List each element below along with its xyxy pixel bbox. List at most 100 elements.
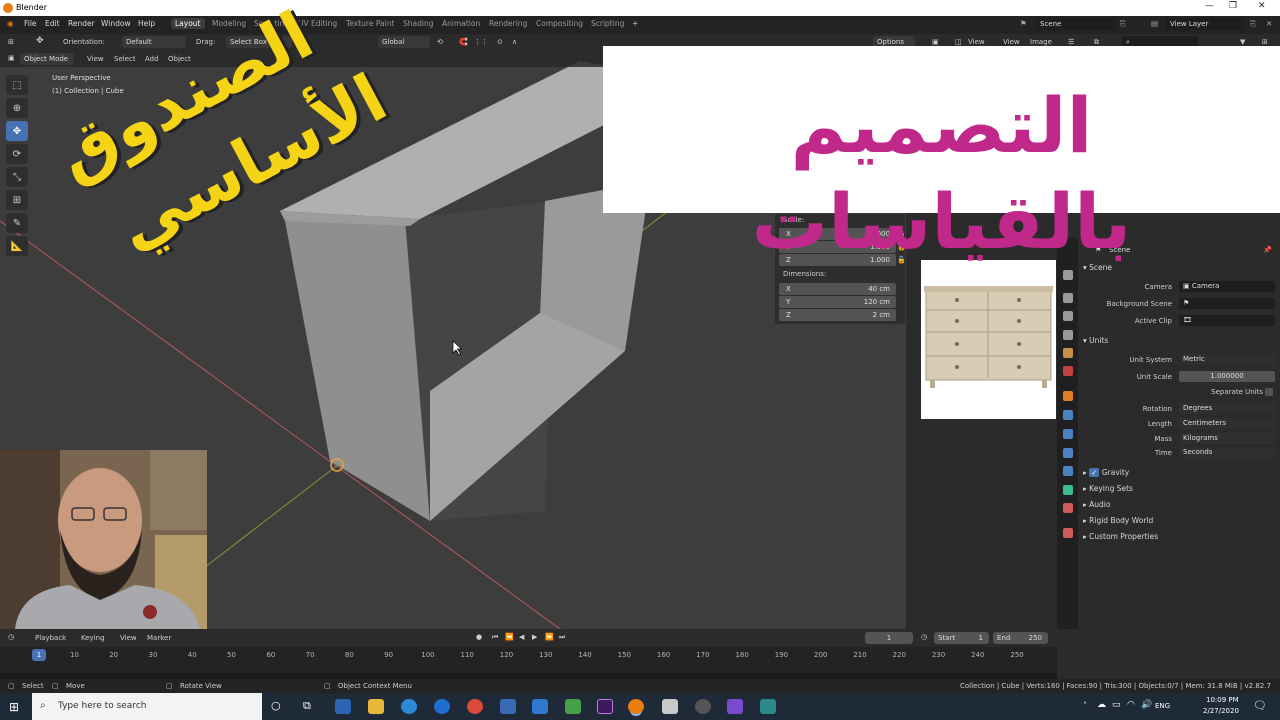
volume-icon[interactable]: 🔊: [1141, 700, 1152, 710]
menu-edit[interactable]: Edit: [45, 19, 60, 28]
taskbar-search-input[interactable]: ⌕ Type here to search: [32, 693, 262, 720]
unit-system-dropdown[interactable]: Metric: [1179, 354, 1275, 365]
tab-scripting[interactable]: Scripting: [591, 19, 624, 28]
scene-tab-icon[interactable]: [1063, 348, 1073, 358]
visual-studio-icon[interactable]: [727, 699, 743, 714]
tab-animation[interactable]: Animation: [442, 19, 480, 28]
powershell-icon[interactable]: [335, 699, 351, 714]
background-scene-field[interactable]: ⚑: [1179, 298, 1275, 309]
menu-render[interactable]: Render: [68, 19, 95, 28]
windows-start-icon[interactable]: ⊞: [9, 700, 19, 714]
dimension-y-field[interactable]: Y 120 cm: [779, 296, 896, 308]
constraints-tab-icon[interactable]: [1063, 466, 1073, 476]
gravity-panel-header[interactable]: ▸ ✓ Gravity: [1083, 468, 1129, 477]
material-tab-icon[interactable]: [1063, 503, 1073, 513]
audio-panel-header[interactable]: ▸ Audio: [1083, 500, 1110, 509]
separate-units-checkbox[interactable]: [1265, 388, 1273, 396]
camera-field[interactable]: ▣ Camera: [1179, 281, 1275, 292]
scene-selector[interactable]: Scene: [1036, 18, 1116, 30]
app2-icon[interactable]: [760, 699, 776, 714]
minimize-icon[interactable]: —: [1205, 1, 1214, 11]
dimension-x-field[interactable]: X 40 cm: [779, 283, 896, 295]
app-icon[interactable]: [662, 699, 678, 714]
jump-end-icon[interactable]: ⏭: [559, 633, 565, 642]
blender-menu-icon[interactable]: ◉: [7, 19, 14, 28]
new-scene-icon[interactable]: ⎘: [1120, 19, 1126, 29]
tab-compositing[interactable]: Compositing: [536, 19, 583, 28]
physics-tab-icon[interactable]: [1063, 448, 1073, 458]
active-clip-field[interactable]: 🎞: [1179, 315, 1275, 326]
tool-tab-icon[interactable]: [1063, 270, 1073, 280]
falloff-icon[interactable]: ∧: [512, 38, 517, 46]
premiere-icon[interactable]: [597, 699, 613, 714]
language-indicator[interactable]: ENG: [1155, 702, 1170, 710]
add-workspace-icon[interactable]: +: [632, 19, 638, 28]
texture-tab-icon[interactable]: [1063, 528, 1073, 538]
image-view-menu[interactable]: View: [968, 38, 985, 46]
filter-icon[interactable]: ▼: [1240, 38, 1245, 46]
cortana-icon[interactable]: ○: [271, 699, 281, 712]
data-tab-icon[interactable]: [1063, 485, 1073, 495]
ie-icon[interactable]: [434, 699, 450, 714]
network-icon[interactable]: ▭: [1112, 700, 1121, 710]
length-dropdown[interactable]: Centimeters: [1179, 418, 1275, 429]
task-view-icon[interactable]: ⧉: [303, 699, 311, 713]
obs-icon[interactable]: [695, 699, 711, 714]
output-tab-icon[interactable]: [1063, 311, 1073, 321]
image-menu[interactable]: Image: [1030, 38, 1052, 46]
units-panel-header[interactable]: ▾ Units: [1083, 336, 1108, 345]
current-frame-field[interactable]: 1: [865, 632, 913, 644]
chrome-icon[interactable]: [467, 699, 483, 714]
snap-target-icon[interactable]: ⋮⋮: [474, 38, 488, 46]
remove-view-layer-icon[interactable]: ✕: [1266, 19, 1272, 28]
unit-scale-field[interactable]: 1.000000: [1179, 371, 1275, 382]
new-view-layer-icon[interactable]: ⎘: [1250, 19, 1256, 29]
notifications-icon[interactable]: 🗨: [1253, 699, 1267, 712]
store-icon[interactable]: [500, 699, 516, 714]
record-icon[interactable]: ●: [476, 633, 482, 641]
close-icon[interactable]: ✕: [1258, 1, 1266, 11]
image-editor-icon[interactable]: ▣: [932, 38, 939, 46]
next-keyframe-icon[interactable]: ⏩: [545, 633, 554, 641]
maximize-icon[interactable]: ❐: [1229, 1, 1237, 11]
object-tab-icon[interactable]: [1063, 391, 1073, 401]
clock-time[interactable]: 10:09 PM: [1206, 696, 1239, 704]
time-dropdown[interactable]: Seconds: [1179, 447, 1275, 458]
timeline-editor[interactable]: ◷ Playback Keying View Marker ● ⏮ ⏪ ◀ ▶ …: [0, 629, 1057, 679]
particles-tab-icon[interactable]: [1063, 429, 1073, 439]
playback-menu[interactable]: Playback: [35, 634, 66, 642]
tab-shading[interactable]: Shading: [403, 19, 433, 28]
mass-dropdown[interactable]: Kilograms: [1179, 433, 1275, 444]
mail-icon[interactable]: [532, 699, 548, 714]
clock-date[interactable]: 2/27/2020: [1203, 707, 1239, 715]
blender-taskbar-icon[interactable]: [628, 699, 644, 714]
play-icon[interactable]: ▶: [532, 633, 537, 641]
custom-properties-panel-header[interactable]: ▸ Custom Properties: [1083, 532, 1158, 541]
end-frame-field[interactable]: End 250: [993, 632, 1048, 644]
prev-keyframe-icon[interactable]: ⏪: [505, 633, 514, 641]
preview-range-icon[interactable]: ◷: [921, 633, 927, 641]
wifi-icon[interactable]: ◠: [1127, 700, 1135, 710]
render-tab-icon[interactable]: [1063, 293, 1073, 303]
onedrive-icon[interactable]: ☁: [1097, 700, 1106, 710]
modifier-tab-icon[interactable]: [1063, 410, 1073, 420]
editor-type-icon[interactable]: ◷: [8, 633, 14, 641]
world-tab-icon[interactable]: [1063, 366, 1073, 376]
excel-icon[interactable]: [565, 699, 581, 714]
object-mode-dropdown[interactable]: Object Mode: [20, 53, 74, 65]
menu-file[interactable]: File: [24, 19, 37, 28]
marker-menu[interactable]: Marker: [147, 634, 171, 642]
play-reverse-icon[interactable]: ◀: [519, 633, 524, 641]
new-collection-icon[interactable]: ⊞: [1262, 38, 1268, 46]
keying-menu[interactable]: Keying: [81, 634, 105, 642]
view-layer-tab-icon[interactable]: [1063, 330, 1073, 340]
select-tool-icon[interactable]: ⬚: [6, 75, 28, 95]
image-view2-menu[interactable]: View: [1003, 38, 1020, 46]
editor-type-icon[interactable]: ⊞: [8, 38, 14, 46]
edge-icon[interactable]: [401, 699, 417, 714]
rotation-dropdown[interactable]: Degrees: [1179, 403, 1275, 414]
editor-type-icon[interactable]: ▣: [8, 54, 15, 62]
dimension-z-field[interactable]: Z2 cm: [779, 309, 896, 321]
view-layer-selector[interactable]: View Layer: [1166, 18, 1244, 30]
file-explorer-icon[interactable]: [368, 699, 384, 714]
